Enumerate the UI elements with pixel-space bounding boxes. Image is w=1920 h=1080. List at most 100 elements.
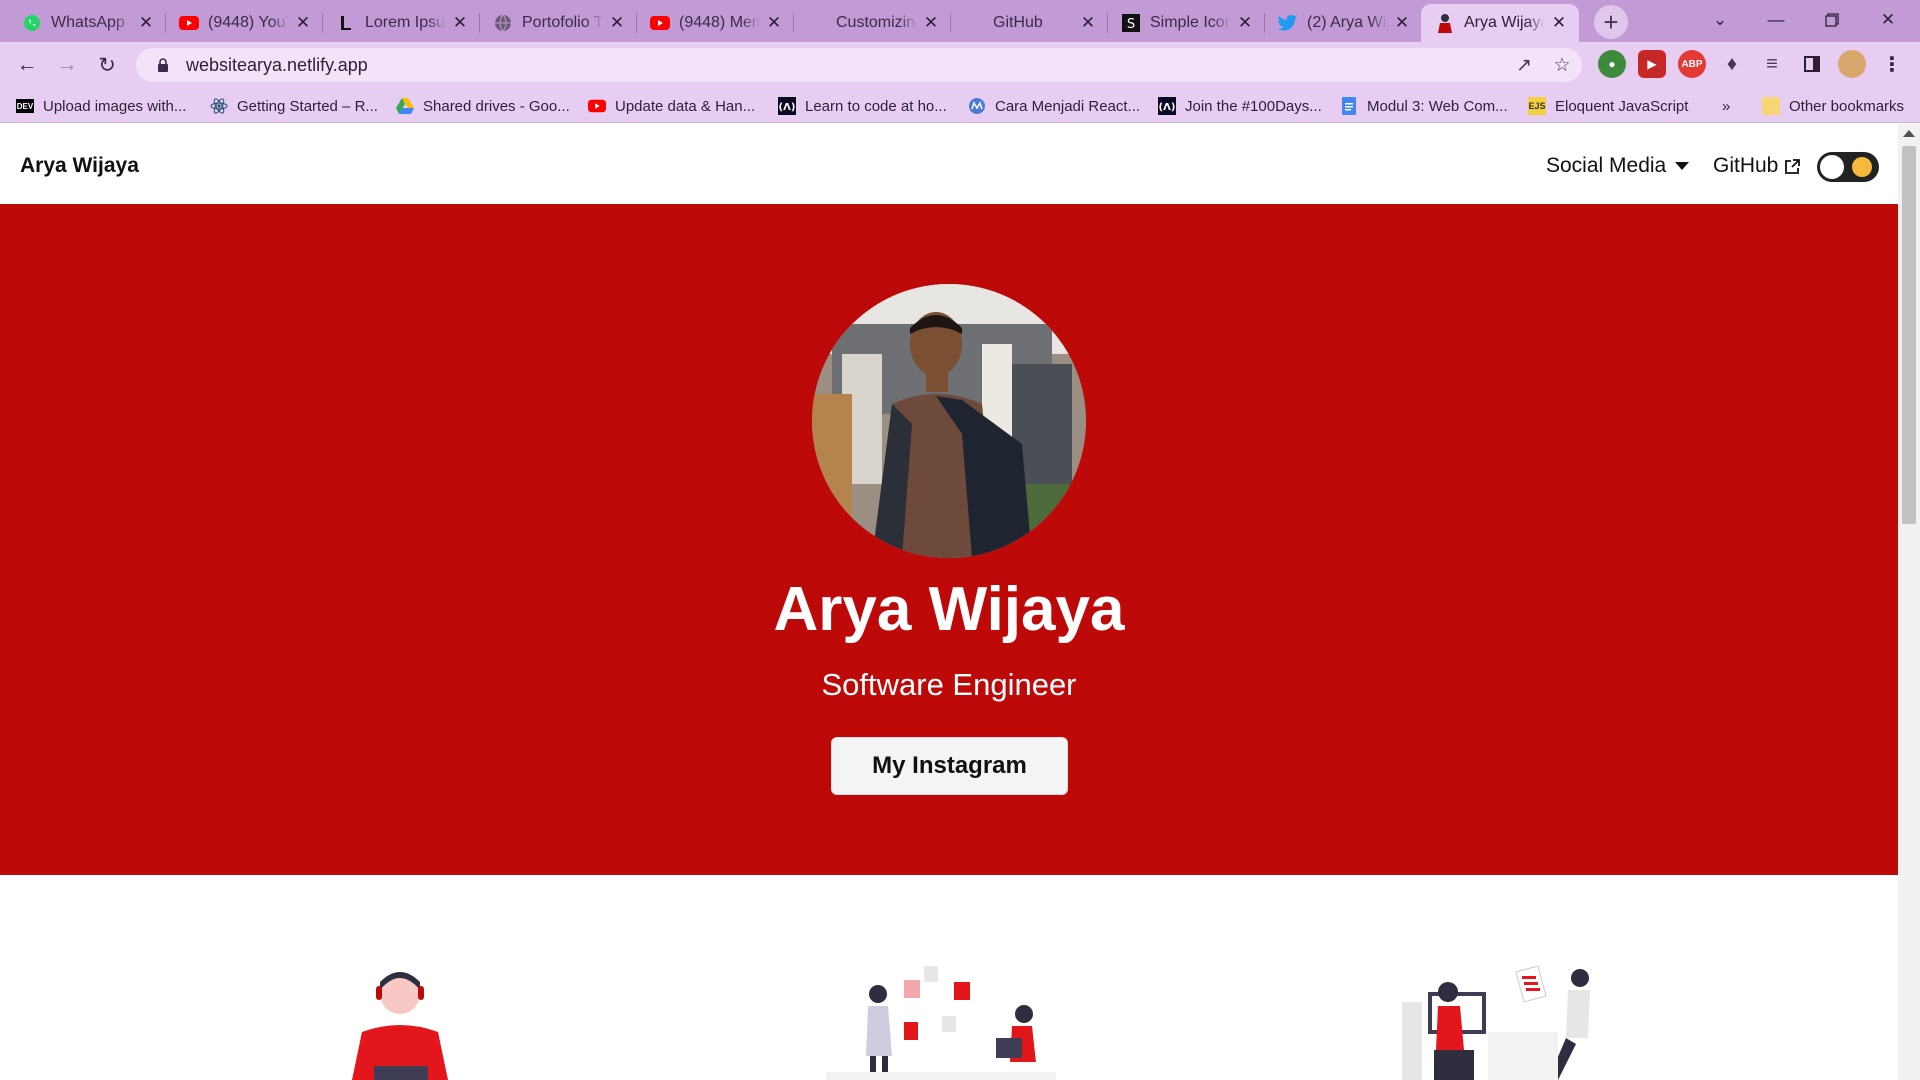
page-scrollbar[interactable] xyxy=(1898,124,1920,1080)
svg-text:(Λ): (Λ) xyxy=(779,102,796,113)
scrollbar-thumb[interactable] xyxy=(1902,146,1916,524)
react-icon xyxy=(210,97,228,115)
bookmark-item[interactable]: Update data & Han... xyxy=(588,94,755,118)
social-media-dropdown[interactable]: Social Media xyxy=(1546,154,1690,178)
back-icon[interactable]: ← xyxy=(12,50,42,80)
other-bookmarks-folder[interactable]: Other bookmarks xyxy=(1762,94,1904,118)
close-window-icon[interactable]: ✕ xyxy=(1860,0,1916,40)
bookmark-label: Cara Menjadi React... xyxy=(995,97,1141,115)
whatsapp-icon xyxy=(22,13,42,33)
youtube-icon xyxy=(650,13,670,33)
bookmark-label: Shared drives - Goo... xyxy=(423,97,570,115)
close-tab-icon[interactable]: ✕ xyxy=(764,13,784,33)
github-link[interactable]: GitHub xyxy=(1713,154,1801,178)
tab[interactable]: (9448) Membuat✕ xyxy=(636,4,794,42)
close-tab-icon[interactable]: ✕ xyxy=(921,13,941,33)
minimize-icon[interactable]: — xyxy=(1748,0,1804,40)
bookmark-label: Upload images with... xyxy=(43,97,187,115)
tab-title: (9448) YouTube xyxy=(208,14,289,31)
instagram-button[interactable]: My Instagram xyxy=(831,737,1068,795)
url-text: websitearya.netlify.app xyxy=(186,54,368,75)
freecodecamp-icon: (Λ) xyxy=(1158,97,1176,115)
twitter-icon xyxy=(1278,13,1298,33)
github-link-label: GitHub xyxy=(1713,154,1779,177)
caret-down-icon xyxy=(1675,162,1690,170)
close-tab-icon[interactable]: ✕ xyxy=(293,13,313,33)
side-panel-icon[interactable] xyxy=(1798,50,1826,78)
hero-role: Software Engineer xyxy=(821,667,1077,702)
close-tab-icon[interactable]: ✕ xyxy=(1549,13,1569,33)
restore-icon[interactable] xyxy=(1804,0,1860,40)
tab[interactable]: Arya Wijaya ✕ xyxy=(1421,4,1579,42)
site-brand[interactable]: Arya Wijaya xyxy=(20,154,139,178)
bookmark-item[interactable]: Shared drives - Goo... xyxy=(396,94,570,118)
bookmark-label: Learn to code at ho... xyxy=(805,97,947,115)
adblock-icon[interactable]: ABP xyxy=(1678,50,1706,78)
bookmark-item[interactable]: Modul 3: Web Com... xyxy=(1340,94,1508,118)
close-tab-icon[interactable]: ✕ xyxy=(607,13,627,33)
extensions-puzzle-icon[interactable]: ♦ xyxy=(1718,50,1746,78)
tab[interactable]: Lorem Ipsum✕ xyxy=(322,4,480,42)
google-drive-icon xyxy=(396,97,414,115)
bookmark-item[interactable]: Getting Started – R... xyxy=(210,94,378,118)
profile-avatar[interactable] xyxy=(1838,50,1866,78)
tab[interactable]: S Simple Icons✕ xyxy=(1107,4,1265,42)
social-media-label: Social Media xyxy=(1546,154,1667,177)
share-icon[interactable]: ↗ xyxy=(1512,53,1536,77)
close-tab-icon[interactable]: ✕ xyxy=(450,13,470,33)
close-tab-icon[interactable]: ✕ xyxy=(1235,13,1255,33)
close-tab-icon[interactable]: ✕ xyxy=(1078,13,1098,33)
emoji-icon xyxy=(1852,157,1872,177)
hero-name: Arya Wijaya xyxy=(773,575,1125,644)
reading-list-icon[interactable]: ≡ xyxy=(1758,50,1786,78)
more-bookmarks-button[interactable]: » xyxy=(1722,94,1730,118)
theme-toggle[interactable] xyxy=(1817,152,1879,182)
bookmark-label: Eloquent JavaScript xyxy=(1555,97,1689,115)
bookmark-label: Modul 3: Web Com... xyxy=(1367,97,1508,115)
tab[interactable]: (2) Arya Wijaya✕ xyxy=(1264,4,1422,42)
globe-icon xyxy=(493,13,513,33)
youtube-icon xyxy=(179,13,199,33)
site-navbar: Arya Wijaya Social Media GitHub xyxy=(0,124,1898,204)
bookmark-item[interactable]: DEV Upload images with... xyxy=(16,94,186,118)
ejs-icon: EJS xyxy=(1528,97,1546,115)
external-link-icon xyxy=(1785,158,1801,174)
freecodecamp-icon: (Λ) xyxy=(778,97,796,115)
scroll-up-icon[interactable] xyxy=(1903,130,1915,137)
browser-toolbar: ← → ↻ websitearya.netlify.app ↗ ☆ ● ▶ AB… xyxy=(0,42,1920,88)
tab-title: Lorem Ipsum xyxy=(365,14,446,31)
extension-globe-icon[interactable]: ● xyxy=(1598,50,1626,78)
close-tab-icon[interactable]: ✕ xyxy=(1392,13,1412,33)
bookmark-item[interactable]: EJS Eloquent JavaScript xyxy=(1528,94,1688,118)
folder-icon xyxy=(1762,97,1780,115)
extension-video-icon[interactable]: ▶ xyxy=(1638,50,1666,78)
tab-search-icon[interactable]: ⌄ xyxy=(1692,0,1748,40)
lock-icon xyxy=(152,54,174,76)
svg-text:S: S xyxy=(1127,17,1135,32)
svg-text:(Λ): (Λ) xyxy=(1159,102,1176,113)
profile-photo xyxy=(812,284,1086,558)
google-docs-icon xyxy=(1340,97,1358,115)
site-icon xyxy=(1435,13,1455,33)
hero-section: Arya Wijaya Software Engineer My Instagr… xyxy=(0,204,1898,875)
bookmark-item[interactable]: (Λ) Join the #100Days... xyxy=(1158,94,1322,118)
forward-icon[interactable]: → xyxy=(52,50,82,80)
tab[interactable]: GitHub ✕ xyxy=(950,4,1108,42)
new-tab-button[interactable]: + xyxy=(1594,5,1628,39)
page-viewport: Arya Wijaya Social Media GitHub Arya Wij… xyxy=(0,124,1898,1080)
tab[interactable]: (9448) YouTube✕ xyxy=(165,4,323,42)
bookmark-label: Update data & Han... xyxy=(615,97,756,115)
address-bar[interactable]: websitearya.netlify.app ↗ ☆ xyxy=(136,48,1582,82)
tailwind-icon xyxy=(807,13,827,33)
bookmark-star-icon[interactable]: ☆ xyxy=(1550,53,1574,77)
bookmark-item[interactable]: (Λ) Learn to code at ho... xyxy=(778,94,947,118)
tab[interactable]: Customizing ✕ xyxy=(793,4,951,42)
tab[interactable]: Portofolio Template✕ xyxy=(479,4,637,42)
tab[interactable]: WhatsApp ✕ xyxy=(8,4,166,42)
close-tab-icon[interactable]: ✕ xyxy=(136,13,156,33)
tab-title: Simple Icons xyxy=(1150,14,1231,31)
bookmark-item[interactable]: Cara Menjadi React... xyxy=(968,94,1140,118)
medium-icon xyxy=(968,97,986,115)
menu-kebab-icon[interactable]: ⋮ xyxy=(1878,50,1906,78)
reload-icon[interactable]: ↻ xyxy=(92,50,122,80)
